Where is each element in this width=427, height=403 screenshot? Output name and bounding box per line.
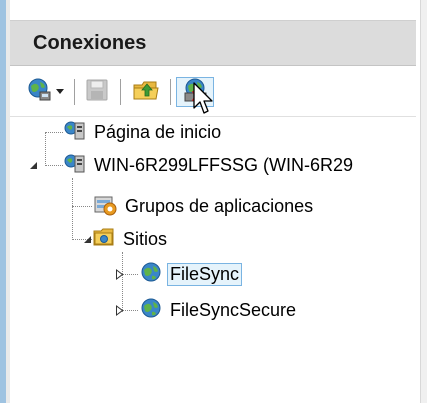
save-button[interactable] [80,77,114,107]
tree-item-label: Grupos de aplicaciones [125,195,314,216]
tree-item-app-pools[interactable]: Grupos de aplicaciones [93,192,316,220]
app-pools-icon [93,192,117,221]
tree-item-site-filesyncsecure[interactable]: FileSyncSecure [140,296,299,324]
connect-button[interactable] [22,77,70,107]
panel-title: Conexiones [33,32,147,54]
save-icon [85,78,109,107]
mouse-cursor-icon [193,82,215,121]
connect-globe-icon [27,77,53,108]
tree-item-label: WIN-6R299LFFSSG (WIN-6R29 [94,154,354,175]
tree-line [72,206,92,207]
expand-arrow-icon[interactable] [114,268,124,280]
toolbar-separator [74,79,75,105]
collapse-arrow-icon[interactable] [82,234,92,244]
toolbar-separator [170,79,171,105]
tree-item-label: Sitios [123,228,168,249]
tree-line [45,132,63,133]
globe-icon [140,297,162,324]
tree-item-server[interactable]: WIN-6R299LFFSSG (WIN-6R29 [64,151,356,179]
tree-line [122,310,138,311]
chevron-down-icon [55,83,65,101]
collapse-arrow-icon[interactable] [28,160,38,170]
tree-line [72,178,73,240]
tree-item-label: Página de inicio [94,121,222,142]
tree-item-sites[interactable]: Sitios [93,225,170,253]
up-folder-icon [132,77,160,108]
expand-arrow-icon[interactable] [114,304,124,316]
server-icon [64,152,86,179]
panel-splitter[interactable] [420,0,427,403]
tree-item-label: FileSync [167,262,243,286]
server-home-icon [64,119,86,146]
tree-line [122,274,138,275]
toolbar-separator [120,79,121,105]
up-folder-button[interactable] [128,77,164,107]
connections-tree: Página de inicio WIN-6R299LFFSSG (WIN-6R… [10,118,416,403]
globe-icon [140,261,162,288]
tree-item-start-page[interactable]: Página de inicio [64,118,224,146]
tree-line [122,252,123,312]
sites-folder-icon [93,226,115,253]
tree-line [45,132,46,166]
tree-item-label: FileSyncSecure [170,299,297,320]
tree-item-site-filesync[interactable]: FileSync [140,260,243,288]
tree-line [45,165,63,166]
connections-header: Conexiones [10,20,416,66]
